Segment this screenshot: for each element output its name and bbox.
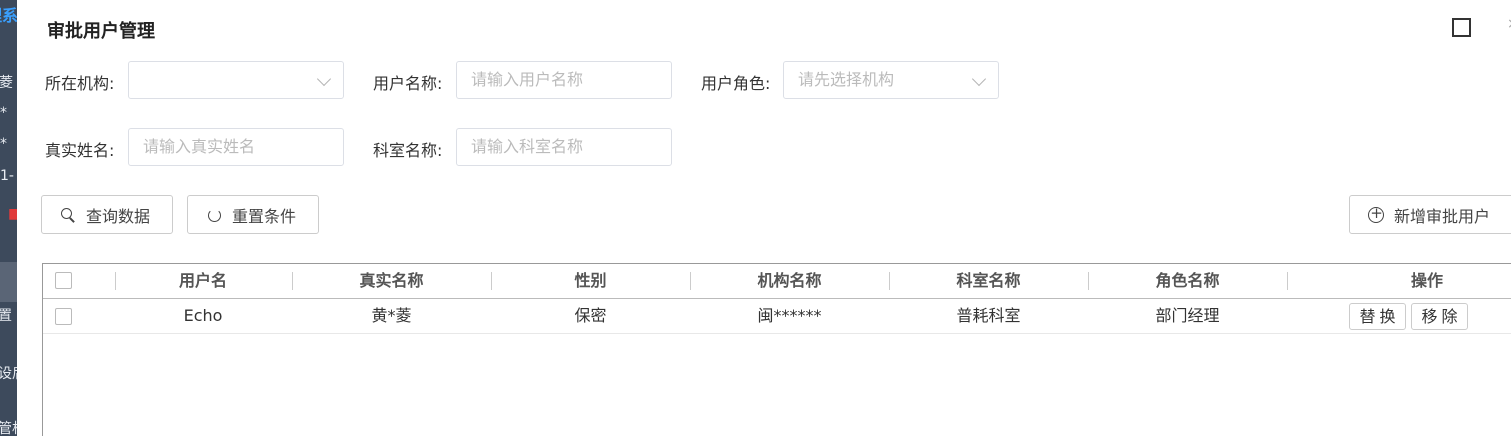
background-red-marker: ■ <box>8 206 17 222</box>
background-fragment: 1- <box>0 168 14 184</box>
background-fragment: * <box>0 105 7 121</box>
add-button-label: 新增审批用户 <box>1394 206 1491 226</box>
cell-org: 闽****** <box>757 306 822 325</box>
realname-placeholder: 请输入真实姓名 <box>143 137 256 156</box>
dept-label: 科室名称: <box>373 141 443 160</box>
cell-dept: 普耗科室 <box>956 306 1021 325</box>
background-page: 理系 *菱 * * 1- ■ 置 设后 管机 <box>0 0 17 436</box>
org-label: 所在机构: <box>45 74 115 93</box>
refresh-icon <box>206 207 222 223</box>
username-placeholder: 请输入用户名称 <box>471 70 584 89</box>
background-fragment: *菱 <box>0 75 13 91</box>
add-approval-user-button[interactable]: 新增审批用户 <box>1349 195 1511 234</box>
dept-placeholder: 请输入科室名称 <box>471 137 584 156</box>
search-icon <box>60 207 76 223</box>
background-fragment: 管机 <box>0 421 17 436</box>
cell-username: Echo <box>183 306 223 325</box>
header-gender: 性别 <box>574 271 607 290</box>
background-highlight-band <box>0 262 17 302</box>
query-button[interactable]: 查询数据 <box>41 195 173 234</box>
table-row: Echo 黄*菱 保密 闽****** 普耗科室 部门经理 替换 移除 <box>43 299 1511 334</box>
approval-user-modal: 审批用户管理 × 所在机构: 用户名称: 请输入用户名称 用户角色: 请先选择机… <box>17 0 1511 436</box>
header-realname: 真实名称 <box>359 271 424 290</box>
header-username: 用户名 <box>178 271 227 290</box>
user-table: 用户名 真实名称 性别 机构名称 科室名称 角色名称 操作 Echo 黄*菱 保… <box>42 263 1511 436</box>
row-checkbox[interactable] <box>55 308 72 325</box>
header-org: 机构名称 <box>757 271 822 290</box>
modal-title: 审批用户管理 <box>47 21 155 42</box>
remove-button[interactable]: 移除 <box>1411 303 1468 330</box>
role-label: 用户角色: <box>701 74 771 93</box>
header-role: 角色名称 <box>1155 271 1220 290</box>
dept-input[interactable]: 请输入科室名称 <box>456 128 672 166</box>
query-button-label: 查询数据 <box>86 206 151 226</box>
background-fragment: 置 <box>0 308 12 324</box>
header-dept: 科室名称 <box>956 271 1021 290</box>
username-input[interactable]: 请输入用户名称 <box>456 61 672 99</box>
reset-button-label: 重置条件 <box>232 206 297 226</box>
plus-circle-icon <box>1368 204 1385 223</box>
header-actions: 操作 <box>1410 271 1443 290</box>
select-all-checkbox[interactable] <box>55 272 72 289</box>
realname-input[interactable]: 请输入真实姓名 <box>128 128 344 166</box>
chevron-down-icon <box>316 71 332 87</box>
background-fragment: 设后 <box>0 366 17 382</box>
username-label: 用户名称: <box>373 74 443 93</box>
role-select[interactable]: 请先选择机构 <box>783 61 999 99</box>
reset-button[interactable]: 重置条件 <box>187 195 319 234</box>
org-select[interactable] <box>128 61 344 99</box>
maximize-icon[interactable] <box>1452 18 1471 37</box>
role-placeholder: 请先选择机构 <box>798 70 895 89</box>
replace-button[interactable]: 替换 <box>1349 303 1406 330</box>
cell-realname: 黄*菱 <box>371 306 412 325</box>
table-header: 用户名 真实名称 性别 机构名称 科室名称 角色名称 操作 <box>43 264 1511 299</box>
close-icon[interactable]: × <box>1507 16 1511 36</box>
chevron-down-icon <box>971 71 987 87</box>
cell-role: 部门经理 <box>1155 306 1220 325</box>
background-fragment: 理系 <box>0 6 17 25</box>
background-fragment: * <box>0 136 7 152</box>
realname-label: 真实姓名: <box>45 141 115 160</box>
cell-gender: 保密 <box>574 306 607 325</box>
